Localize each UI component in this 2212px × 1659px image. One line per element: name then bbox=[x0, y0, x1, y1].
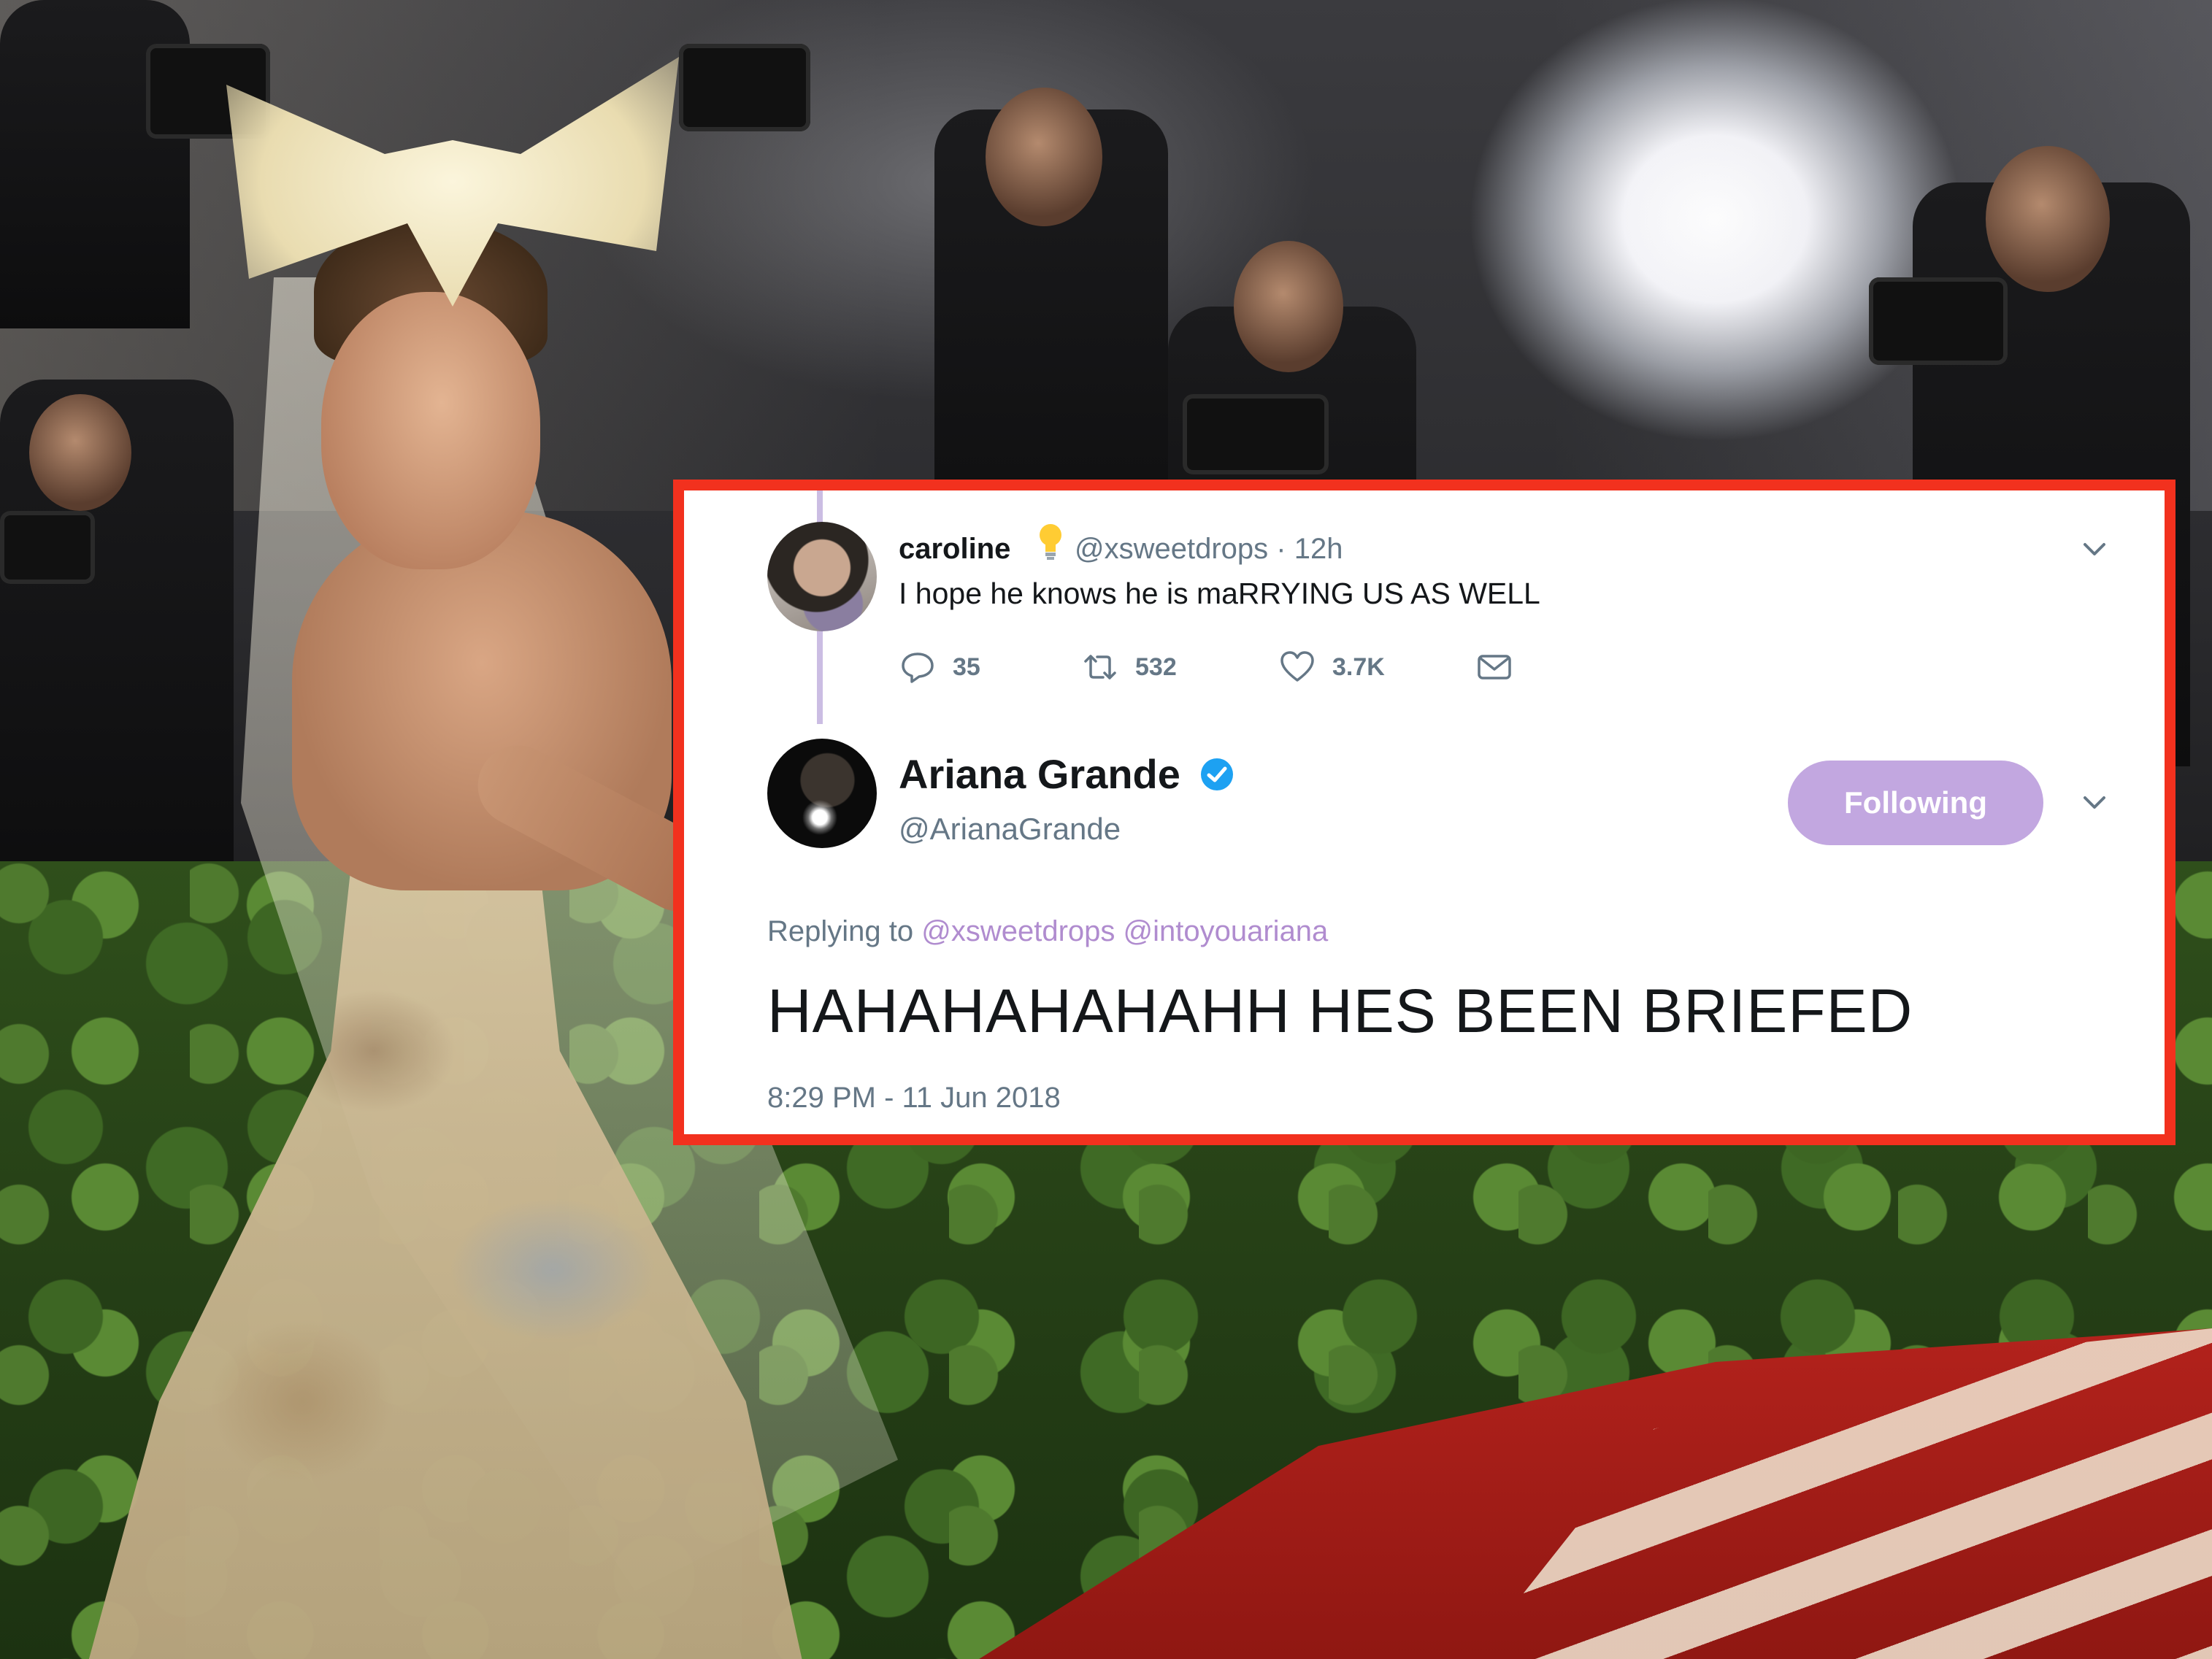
tweet-screenshot-card: caroline @xsweetdrops · 12h I hope he kn… bbox=[673, 480, 2175, 1145]
retweet-button[interactable]: 532 bbox=[1081, 645, 1177, 689]
like-count: 3.7K bbox=[1332, 653, 1385, 681]
direct-message-button[interactable] bbox=[1475, 645, 1513, 689]
following-button[interactable]: Following bbox=[1788, 761, 2043, 845]
photographer-head bbox=[986, 88, 1102, 226]
caroline-avatar[interactable] bbox=[767, 522, 877, 631]
photographer-head bbox=[1986, 146, 2110, 292]
replying-to-mentions[interactable]: @xsweetdrops @intoyouariana bbox=[921, 915, 1328, 947]
caroline-tweet-text: I hope he knows he is maRRYING US AS WEL… bbox=[899, 577, 1540, 610]
replying-to-line: Replying to @xsweetdrops @intoyouariana bbox=[767, 915, 1328, 948]
lightbulb-icon bbox=[1040, 524, 1061, 560]
replying-to-label: Replying to bbox=[767, 915, 914, 947]
chevron-down-icon[interactable] bbox=[2078, 533, 2111, 565]
verified-badge-icon bbox=[1201, 758, 1233, 790]
heart-icon bbox=[1280, 651, 1314, 682]
face bbox=[321, 292, 540, 569]
photographer-head bbox=[29, 394, 131, 511]
like-button[interactable]: 3.7K bbox=[1278, 645, 1385, 689]
camera bbox=[0, 511, 95, 584]
ariana-tweet-text: HAHAHAHAHAHH HES BEEN BRIEFED bbox=[767, 977, 1913, 1045]
reply-icon bbox=[902, 653, 934, 683]
tweet-timestamp[interactable]: 8:29 PM - 11 Jun 2018 bbox=[767, 1082, 1061, 1115]
ariana-handle[interactable]: @ArianaGrande bbox=[899, 812, 1121, 847]
caroline-handle-time[interactable]: @xsweetdrops · 12h bbox=[1075, 533, 1343, 566]
camera bbox=[679, 44, 810, 131]
chevron-down-icon[interactable] bbox=[2078, 786, 2111, 818]
caroline-display-name[interactable]: caroline bbox=[899, 533, 1010, 566]
envelope-icon bbox=[1478, 655, 1511, 680]
ariana-display-name[interactable]: Ariana Grande bbox=[899, 750, 1180, 798]
camera bbox=[1183, 394, 1329, 474]
reply-count: 35 bbox=[953, 653, 980, 681]
ariana-avatar[interactable] bbox=[767, 739, 877, 848]
retweet-count: 532 bbox=[1135, 653, 1177, 681]
photographer-head bbox=[1234, 241, 1343, 372]
retweet-icon bbox=[1084, 655, 1116, 680]
reply-button[interactable]: 35 bbox=[899, 645, 980, 689]
camera bbox=[1869, 277, 2008, 365]
